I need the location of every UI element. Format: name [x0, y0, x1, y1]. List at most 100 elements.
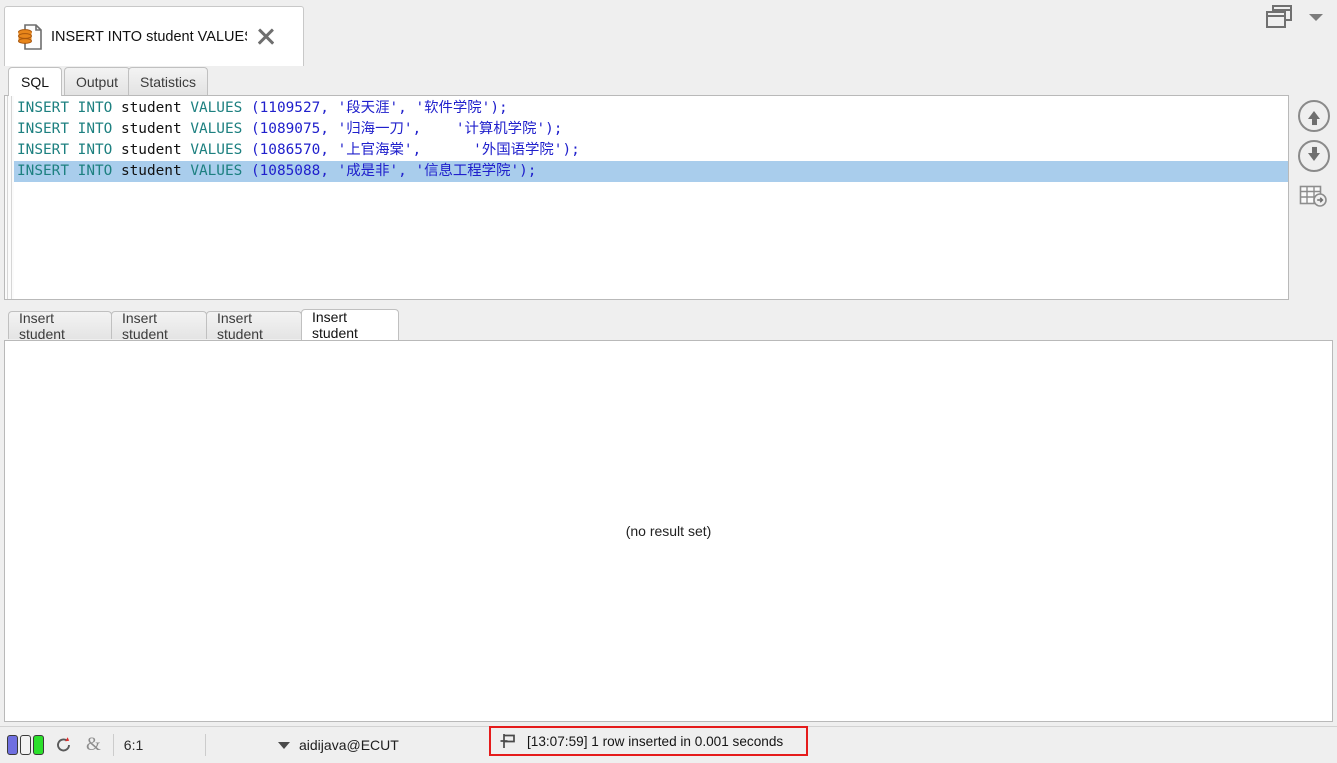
- sql-token: (: [251, 142, 260, 158]
- sql-token: [242, 121, 251, 137]
- sql-token: INSERT: [17, 121, 69, 137]
- result-tab[interactable]: Insert student: [206, 311, 302, 339]
- sql-token: ,: [320, 163, 337, 179]
- sql-token: (: [251, 100, 260, 116]
- sql-token: ,: [413, 142, 474, 158]
- sql-token: '归海一刀': [338, 121, 413, 137]
- sql-token: [69, 142, 78, 158]
- connection-label: aidijava@ECUT: [299, 737, 399, 753]
- chevron-down-icon[interactable]: [1309, 14, 1323, 21]
- sql-token: '信息工程学院': [415, 163, 519, 179]
- sql-token: [112, 100, 121, 116]
- document-tab-title: INSERT INTO student VALUES …: [51, 29, 247, 45]
- sql-token: 1089075: [260, 121, 321, 137]
- result-tab-label: Insert student: [217, 310, 291, 342]
- sql-token: INTO: [78, 163, 113, 179]
- sql-token: '段天涯': [338, 100, 399, 116]
- sql-line[interactable]: INSERT INTO student VALUES (1109527, '段天…: [14, 98, 1288, 119]
- sql-editor[interactable]: INSERT INTO student VALUES (1109527, '段天…: [4, 95, 1289, 300]
- sql-token: INSERT: [17, 163, 69, 179]
- arrow-up-circle-icon[interactable]: [1298, 100, 1330, 132]
- sql-token: student: [121, 121, 182, 137]
- connection-selector[interactable]: aidijava@ECUT: [278, 727, 399, 763]
- result-tab-label: Insert student: [312, 309, 388, 341]
- sql-line[interactable]: INSERT INTO student VALUES (1086570, '上官…: [14, 140, 1288, 161]
- export-grid-icon[interactable]: [1299, 184, 1329, 210]
- sql-token: ,: [398, 163, 415, 179]
- document-tab[interactable]: INSERT INTO student VALUES …: [4, 6, 304, 66]
- sql-token: INTO: [78, 100, 113, 116]
- sql-token: );: [545, 121, 562, 137]
- sql-token: ,: [320, 121, 337, 137]
- sql-token: VALUES: [190, 163, 242, 179]
- sql-token: VALUES: [190, 121, 242, 137]
- status-message-text: [13:07:59] 1 row inserted in 0.001 secon…: [527, 734, 783, 749]
- tab-output-label: Output: [76, 74, 118, 90]
- sql-token: '上官海棠': [338, 142, 413, 158]
- tab-output[interactable]: Output: [64, 67, 130, 95]
- sql-token: [182, 121, 191, 137]
- sql-token: '软件学院': [415, 100, 490, 116]
- chevron-down-icon[interactable]: [278, 742, 290, 749]
- sql-token: '成是非': [338, 163, 399, 179]
- close-icon[interactable]: [253, 24, 279, 50]
- tab-sql[interactable]: SQL: [8, 67, 62, 96]
- sql-token: (: [251, 163, 260, 179]
- indicator-green: [33, 735, 44, 755]
- cascade-windows-icon[interactable]: [1265, 4, 1295, 30]
- pin-flag-icon: [499, 732, 519, 750]
- sql-token: '计算机学院': [456, 121, 545, 137]
- arrow-down-circle-icon[interactable]: [1298, 140, 1330, 172]
- sql-token: (: [251, 121, 260, 137]
- sql-token: [69, 121, 78, 137]
- sql-token: [112, 121, 121, 137]
- sql-token: [182, 142, 191, 158]
- sql-token: student: [121, 100, 182, 116]
- sql-line[interactable]: INSERT INTO student VALUES (1089075, '归海…: [14, 119, 1288, 140]
- result-tab[interactable]: Insert student: [111, 311, 207, 339]
- indicator-idle: [20, 735, 31, 755]
- sql-client-window: INSERT INTO student VALUES … SQL Output …: [0, 0, 1337, 762]
- sql-token: );: [490, 100, 507, 116]
- sql-token: ,: [398, 100, 415, 116]
- sql-token: student: [121, 163, 182, 179]
- sql-token: [112, 142, 121, 158]
- sql-token: INSERT: [17, 100, 69, 116]
- editor-side-toolbar: [1294, 100, 1334, 210]
- result-tab[interactable]: Insert student: [301, 309, 399, 340]
- sql-line[interactable]: INSERT INTO student VALUES (1085088, '成是…: [14, 161, 1288, 182]
- sql-token: INTO: [78, 121, 113, 137]
- sql-token: [112, 163, 121, 179]
- sql-token: [242, 163, 251, 179]
- sql-token: VALUES: [190, 100, 242, 116]
- sql-token: 1086570: [260, 142, 321, 158]
- result-tab-label: Insert student: [19, 310, 101, 342]
- sql-token: 1109527: [260, 100, 321, 116]
- window-controls: [1265, 4, 1329, 30]
- sql-token: [69, 163, 78, 179]
- status-indicators: [7, 735, 44, 755]
- database-document-icon: [17, 23, 43, 51]
- ampersand-icon[interactable]: &: [86, 734, 101, 756]
- result-tab-label: Insert student: [122, 310, 196, 342]
- tab-statistics-label: Statistics: [140, 74, 196, 90]
- top-bar: INSERT INTO student VALUES …: [0, 0, 1337, 66]
- sql-token: [69, 100, 78, 116]
- result-panel: (no result set): [4, 340, 1333, 722]
- sql-token: [182, 163, 191, 179]
- sql-token: ,: [320, 100, 337, 116]
- editor-tab-bar: SQL Output Statistics: [4, 67, 1333, 95]
- sql-token: student: [121, 142, 182, 158]
- refresh-icon[interactable]: [54, 735, 74, 755]
- sql-token: INSERT: [17, 142, 69, 158]
- sql-token: [182, 100, 191, 116]
- no-result-set-label: (no result set): [626, 523, 712, 539]
- sql-token: VALUES: [190, 142, 242, 158]
- status-divider-1: [113, 734, 114, 756]
- sql-editor-content[interactable]: INSERT INTO student VALUES (1109527, '段天…: [14, 98, 1288, 299]
- tab-statistics[interactable]: Statistics: [128, 67, 208, 95]
- result-tab[interactable]: Insert student: [8, 311, 112, 339]
- editor-gutter: [5, 96, 14, 299]
- status-message: [13:07:59] 1 row inserted in 0.001 secon…: [489, 726, 808, 756]
- sql-token: 1085088: [260, 163, 321, 179]
